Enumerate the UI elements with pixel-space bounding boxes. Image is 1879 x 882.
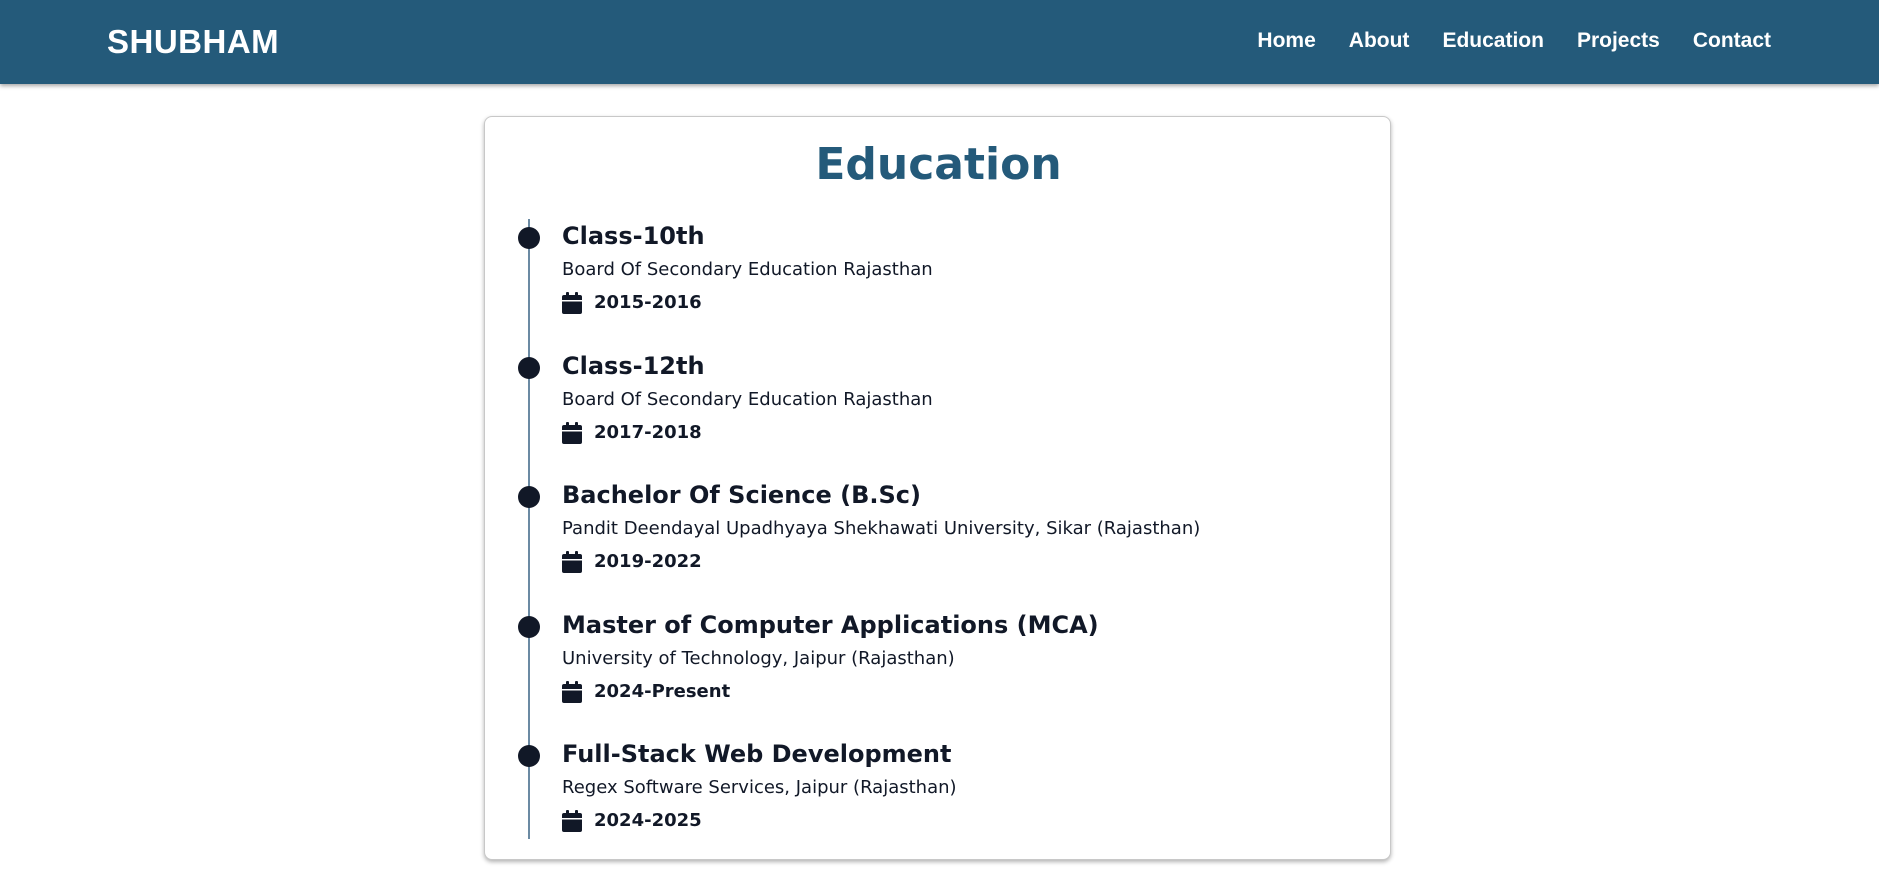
timeline-dot (518, 357, 540, 379)
education-card: Education Class-10th Board Of Secondary … (484, 116, 1391, 860)
calendar-icon (562, 810, 582, 832)
nav-education-link[interactable]: Education (1442, 26, 1544, 56)
entry-date: 2024-Present (594, 681, 731, 702)
entry-date: 2017-2018 (594, 422, 702, 443)
nav-contact-link[interactable]: Contact (1693, 26, 1771, 56)
entry-institution: Board Of Secondary Education Rajasthan (562, 389, 933, 410)
entry-date: 2024-2025 (594, 810, 702, 831)
entry-institution: Regex Software Services, Jaipur (Rajasth… (562, 777, 957, 798)
nav-home-link[interactable]: Home (1257, 26, 1315, 56)
entry-institution: Pandit Deendayal Upadhyaya Shekhawati Un… (562, 518, 1201, 539)
entry-title: Bachelor Of Science (B.Sc) (562, 481, 922, 509)
nav-about-link[interactable]: About (1349, 26, 1410, 56)
nav-links: Home About Education Projects Contact (1257, 26, 1771, 56)
calendar-icon (562, 292, 582, 314)
entry-date-row: 2024-2025 (562, 808, 702, 834)
entry-title: Full-Stack Web Development (562, 740, 952, 768)
entry-title: Class-12th (562, 352, 705, 380)
timeline-entry: Master of Computer Applications (MCA) Un… (485, 609, 1392, 719)
entry-title: Master of Computer Applications (MCA) (562, 611, 1099, 639)
timeline-dot (518, 227, 540, 249)
calendar-icon (562, 681, 582, 703)
timeline-dot (518, 616, 540, 638)
brand-logo[interactable]: SHUBHAM (107, 22, 279, 62)
navbar: SHUBHAM Home About Education Projects Co… (0, 0, 1879, 84)
entry-date-row: 2015-2016 (562, 290, 702, 316)
timeline-entry: Full-Stack Web Development Regex Softwar… (485, 738, 1392, 848)
calendar-icon (562, 551, 582, 573)
timeline-dot (518, 486, 540, 508)
timeline-entry: Class-12th Board Of Secondary Education … (485, 350, 1392, 460)
nav-projects-link[interactable]: Projects (1577, 26, 1660, 56)
section-title: Education (815, 139, 1062, 190)
timeline-dot (518, 745, 540, 767)
timeline-entry: Class-10th Board Of Secondary Education … (485, 220, 1392, 330)
entry-date: 2019-2022 (594, 551, 702, 572)
entry-date-row: 2019-2022 (562, 549, 702, 575)
entry-institution: University of Technology, Jaipur (Rajast… (562, 648, 955, 669)
entry-date-row: 2024-Present (562, 679, 730, 705)
entry-title: Class-10th (562, 222, 705, 250)
calendar-icon (562, 422, 582, 444)
entry-date-row: 2017-2018 (562, 420, 702, 446)
entry-date: 2015-2016 (594, 292, 702, 313)
entry-institution: Board Of Secondary Education Rajasthan (562, 259, 933, 280)
timeline-entry: Bachelor Of Science (B.Sc) Pandit Deenda… (485, 479, 1392, 589)
